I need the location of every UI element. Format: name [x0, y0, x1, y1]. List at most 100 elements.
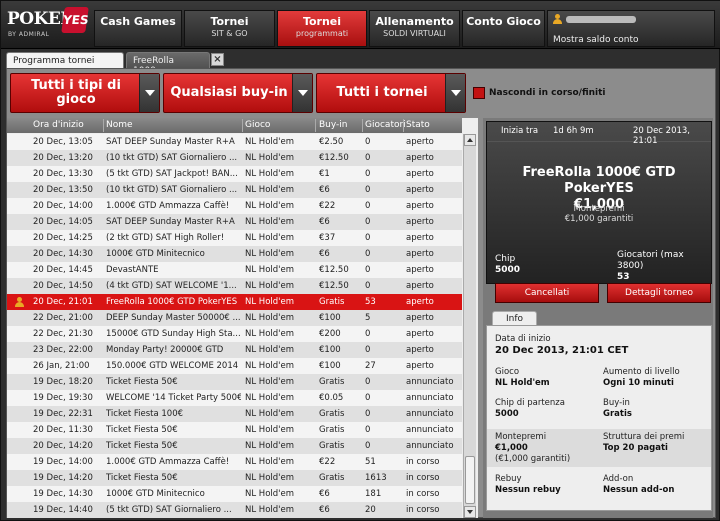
table-cell: aperto	[406, 201, 434, 211]
registered-user-icon	[14, 297, 25, 307]
table-cell: €0.05	[319, 393, 344, 403]
table-cell: 0	[365, 185, 371, 195]
scroll-down-icon[interactable]	[464, 506, 476, 518]
table-cell: 20 Dec, 14:25	[33, 233, 93, 243]
start-date: 20 Dec 2013, 21:01	[633, 126, 691, 146]
nav-scheduled-tournaments[interactable]: Tornei programmati	[277, 10, 367, 47]
table-cell: 20 Dec, 21:01	[33, 297, 93, 307]
tournament-filter-dropdown[interactable]: Tutti i tornei	[316, 73, 466, 113]
close-tab-icon[interactable]: ×	[211, 53, 224, 66]
info-value: Nessun rebuy	[495, 485, 561, 495]
players-label: Giocatori (max 3800)	[617, 250, 684, 271]
info-label: Buy-in	[603, 398, 630, 408]
table-cell: NL Hold'em	[245, 345, 294, 355]
table-row[interactable]: 20 Dec, 14:05 SAT DEEP Sunday Master R+A N…	[7, 214, 462, 230]
scroll-thumb[interactable]	[465, 456, 475, 504]
pokeryes-logo[interactable]: POKER YES BY ADMIRAL	[5, 7, 91, 45]
table-row[interactable]: 19 Dec, 18:20 Ticket Fiesta 50€ NL Hold'em…	[7, 374, 462, 390]
table-cell: NL Hold'em	[245, 505, 294, 515]
col-buyin[interactable]: Buy-in	[319, 120, 348, 130]
chip-info: Chip 5000	[495, 254, 520, 276]
table-cell: 27	[365, 361, 376, 371]
table-cell: NL Hold'em	[245, 441, 294, 451]
table-cell: €37	[319, 233, 336, 243]
table-cell: aperto	[406, 185, 434, 195]
game-info: Gioco NL Hold'em	[495, 367, 550, 389]
table-row[interactable]: 20 Dec, 11:30 Ticket Fiesta 50€ NL Hold'em…	[7, 422, 462, 438]
table-row[interactable]: 20 Dec, 14:00 1.000€ GTD Ammazza Caffè! NL…	[7, 198, 462, 214]
tab-tournament-schedule[interactable]: Programma tornei	[6, 52, 124, 69]
account-panel[interactable]: Mostra saldo conto	[547, 10, 715, 47]
table-row[interactable]: 20 Dec, 14:45 DevastANTE NL Hold'em €12.50 0…	[7, 262, 462, 278]
col-game[interactable]: Gioco	[245, 120, 270, 130]
nav-game-account[interactable]: Conto Gioco	[462, 10, 545, 47]
table-cell: in corso	[406, 505, 440, 515]
table-row[interactable]: 20 Dec, 13:50 (10 tkt GTD) SAT Giornalier…	[7, 182, 462, 198]
table-row[interactable]: 26 Jan, 21:00 150.000€ GTD WELCOME 2014 NL…	[7, 358, 462, 374]
table-row[interactable]: 22 Dec, 21:30 15000€ GTD Sunday High Sta.…	[7, 326, 462, 342]
unregister-button[interactable]: Cancellati	[495, 283, 599, 303]
table-row[interactable]: 19 Dec, 22:31 Ticket Fiesta 100€ NL Hold'e…	[7, 406, 462, 422]
table-row[interactable]: 23 Dec, 22:00 Monday Party! 20000€ GTD NL …	[7, 342, 462, 358]
table-cell: 53	[365, 297, 376, 307]
nav-cash-games[interactable]: Cash Games	[94, 10, 182, 47]
starts-in-value: 1d 6h 9m	[553, 126, 594, 136]
nav-practice[interactable]: Allenamento SOLDI VIRTUALI	[369, 10, 460, 47]
table-cell: NL Hold'em	[245, 361, 294, 371]
tournament-name: FreeRolla 1000€ GTD PokerYES	[522, 165, 676, 196]
poker-lobby-window: POKER YES BY ADMIRAL Cash Games Tornei S…	[0, 0, 720, 521]
col-start-time[interactable]: Ora d'inizio	[33, 120, 84, 130]
tab-freerolla[interactable]: FreeRolla 1000...	[126, 52, 210, 76]
table-cell: Ticket Fiesta 50€	[106, 441, 178, 451]
table-cell: 0	[365, 377, 371, 387]
table-cell: 19 Dec, 14:00	[33, 457, 93, 467]
info-value: 20 Dec 2013, 21:01 CET	[495, 345, 629, 356]
buyin-dropdown[interactable]: Qualsiasi buy-in	[163, 73, 313, 113]
table-row[interactable]: 19 Dec, 14:00 1.000€ GTD Ammazza Caffè! NL…	[7, 454, 462, 470]
table-cell: 0	[365, 345, 371, 355]
table-row[interactable]: 19 Dec, 14:30 1000€ GTD Minitecnico NL Hol…	[7, 486, 462, 502]
tournament-detail-panel: Inizia tra 1d 6h 9m 20 Dec 2013, 21:01 F…	[483, 118, 713, 518]
table-header: Ora d'inizio Nome Gioco Buy-in Giocatori…	[7, 118, 462, 133]
table-cell: 20	[365, 505, 376, 515]
info-label: Montepremi	[495, 432, 547, 442]
table-row[interactable]: 19 Dec, 19:30 WELCOME '14 Ticket Party 50…	[7, 390, 462, 406]
table-cell: (5 tkt GTD) SAT Jackpot! BAN...	[106, 169, 238, 179]
chip-label: Chip	[495, 254, 516, 264]
table-row[interactable]: 20 Dec, 13:30 (5 tkt GTD) SAT Jackpot! BA…	[7, 166, 462, 182]
col-status[interactable]: Stato	[406, 120, 430, 130]
col-players[interactable]: Giocatori	[365, 120, 406, 130]
table-cell: annunciato	[406, 377, 454, 387]
table-row[interactable]: 20 Dec, 13:05 SAT DEEP Sunday Master R+A N…	[7, 134, 462, 150]
col-name[interactable]: Nome	[106, 120, 133, 130]
table-row[interactable]: 20 Dec, 13:20 (10 tkt GTD) SAT Giornalier…	[7, 150, 462, 166]
table-row[interactable]: 19 Dec, 14:20 Ticket Fiesta 50€ NL Hold'em…	[7, 470, 462, 486]
table-cell: €2.50	[319, 137, 344, 147]
table-row[interactable]: 22 Dec, 21:00 DEEP Sunday Master 50000€ .…	[7, 310, 462, 326]
table-cell: WELCOME '14 Ticket Party 500€	[106, 393, 241, 403]
table-cell: €6	[319, 505, 330, 515]
game-type-dropdown[interactable]: Tutti i tipi di gioco	[10, 73, 160, 113]
table-cell: 23 Dec, 22:00	[33, 345, 93, 355]
show-balance-link[interactable]: Mostra saldo conto	[553, 35, 639, 45]
table-cell: 19 Dec, 14:30	[33, 489, 93, 499]
column-divider	[403, 119, 404, 132]
table-scrollbar[interactable]	[463, 134, 476, 518]
table-row[interactable]: 20 Dec, 14:25 (2 tkt GTD) SAT High Roller…	[7, 230, 462, 246]
table-cell: aperto	[406, 297, 434, 307]
table-row[interactable]: 20 Dec, 14:20 Ticket Fiesta 50€ NL Hold'em…	[7, 438, 462, 454]
tab-info[interactable]: Info	[492, 311, 537, 326]
nav-sit-and-go[interactable]: Tornei SIT & GO	[184, 10, 275, 47]
tournament-details-button[interactable]: Dettagli torneo	[607, 283, 711, 303]
start-date-info: Data di inizio 20 Dec 2013, 21:01 CET	[495, 334, 628, 356]
table-row[interactable]: 20 Dec, 14:30 1000€ GTD Minitecnico NL Hol…	[7, 246, 462, 262]
table-cell: 1.000€ GTD Ammazza Caffè!	[106, 457, 230, 467]
hide-running-checkbox[interactable]	[473, 87, 485, 99]
table-cell: NL Hold'em	[245, 425, 294, 435]
scroll-up-icon[interactable]	[464, 134, 476, 146]
column-divider	[315, 119, 316, 132]
dropdown-value: Qualsiasi buy-in	[170, 84, 288, 100]
table-row[interactable]: 20 Dec, 14:50 (4 tkt GTD) SAT WELCOME '1.…	[7, 278, 462, 294]
table-row-selected[interactable]: 20 Dec, 21:01 FreeRolla 1000€ GTD PokerYE…	[7, 294, 462, 310]
table-row[interactable]: 19 Dec, 14:40 (5 tkt GTD) SAT Giornaliero…	[7, 502, 462, 518]
